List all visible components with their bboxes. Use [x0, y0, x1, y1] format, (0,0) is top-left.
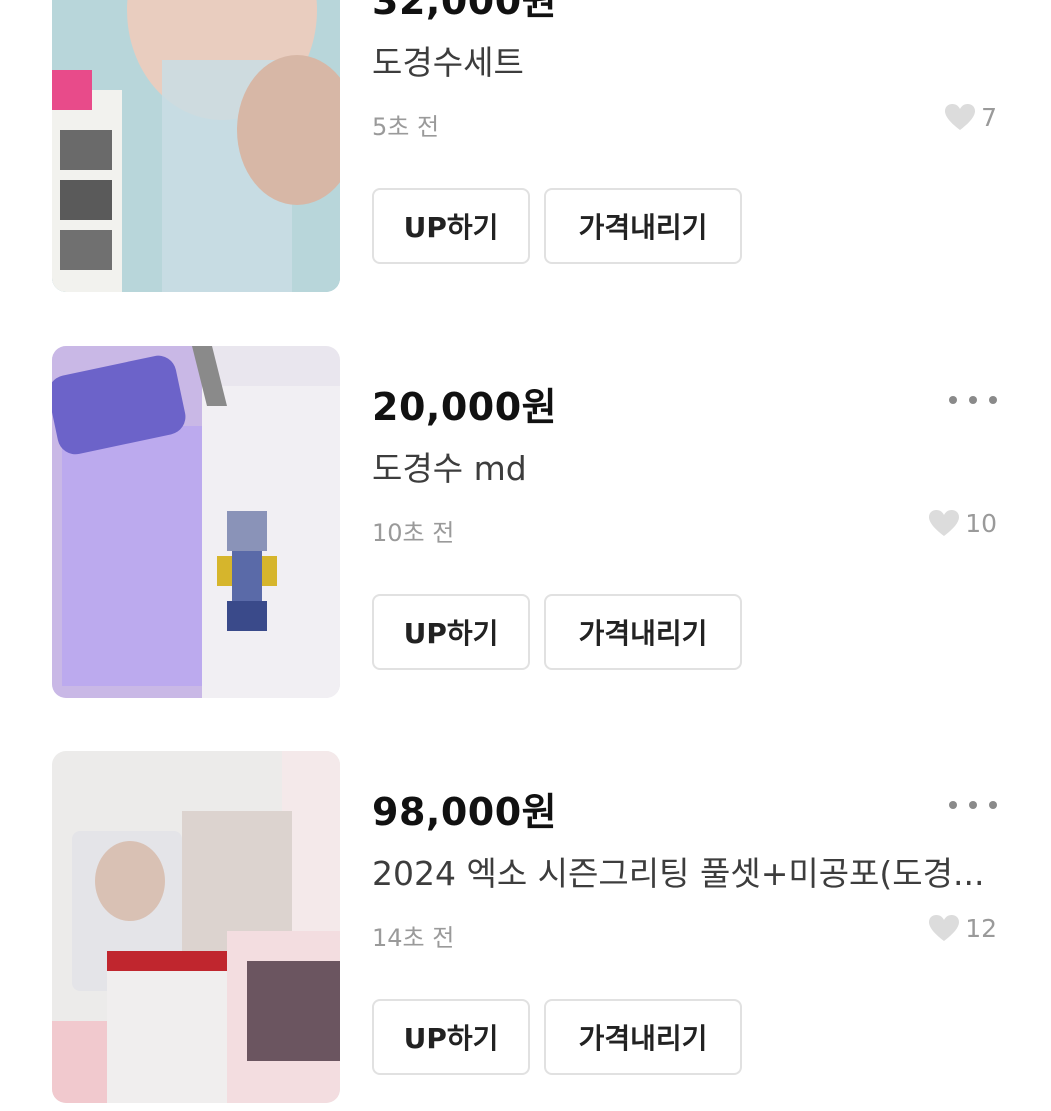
- more-horizontal-icon[interactable]: [949, 390, 997, 410]
- product-photo: [52, 0, 340, 292]
- price-down-button[interactable]: 가격내리기: [544, 188, 742, 264]
- listing-item[interactable]: 20,000원 도경수 md 10초 전 10 UP하기 가격내리기: [0, 346, 1051, 706]
- product-photo: [52, 751, 340, 1103]
- item-title[interactable]: 도경수 md: [372, 442, 997, 490]
- item-time: 5초 전: [372, 113, 440, 141]
- product-thumbnail[interactable]: [52, 0, 340, 292]
- price-down-button[interactable]: 가격내리기: [544, 999, 742, 1075]
- price-down-button[interactable]: 가격내리기: [544, 594, 742, 670]
- listing-item[interactable]: 32,000원 도경수세트 5초 전 7 UP하기 가격내리기: [0, 0, 1051, 300]
- product-thumbnail[interactable]: [52, 751, 340, 1103]
- item-price: 20,000원: [372, 385, 558, 429]
- like-count: 12: [929, 914, 997, 943]
- like-count-value: 7: [981, 103, 997, 132]
- product-thumbnail[interactable]: [52, 346, 340, 698]
- item-time: 14초 전: [372, 924, 455, 952]
- item-price: 98,000원: [372, 790, 558, 834]
- item-title[interactable]: 2024 엑소 시즌그리팅 풀셋+미공포(도경...: [372, 847, 997, 895]
- more-horizontal-icon[interactable]: [949, 795, 997, 815]
- item-title[interactable]: 도경수세트: [372, 36, 997, 84]
- heart-icon: [929, 914, 960, 941]
- item-price: 32,000원: [372, 0, 558, 23]
- up-button[interactable]: UP하기: [372, 188, 530, 264]
- heart-icon: [945, 103, 976, 130]
- heart-icon: [929, 509, 960, 536]
- like-count-value: 10: [965, 509, 997, 538]
- like-count-value: 12: [965, 914, 997, 943]
- like-count: 10: [929, 509, 997, 538]
- up-button[interactable]: UP하기: [372, 594, 530, 670]
- like-count: 7: [945, 103, 997, 132]
- listing-item[interactable]: 98,000원 2024 엑소 시즌그리팅 풀셋+미공포(도경... 14초 전…: [0, 751, 1051, 1111]
- product-photo: [52, 346, 340, 698]
- item-time: 10초 전: [372, 519, 455, 547]
- up-button[interactable]: UP하기: [372, 999, 530, 1075]
